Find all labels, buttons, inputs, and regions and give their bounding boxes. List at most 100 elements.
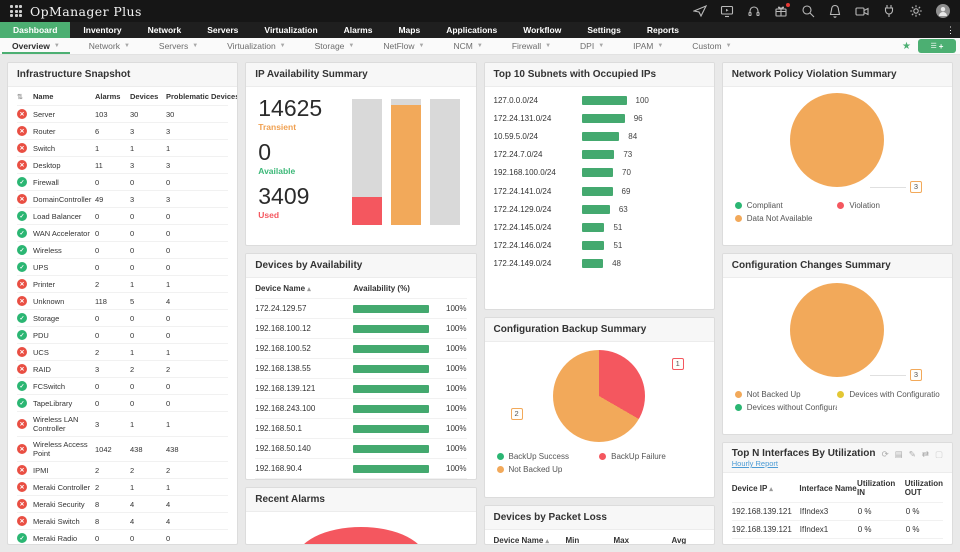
col-avg[interactable]: Avg [672,536,705,545]
subnet-row[interactable]: 172.24.141.0/24 69 [494,182,705,200]
table-row[interactable]: ✕ Meraki Controller 2 1 1 [17,478,228,495]
subnet-row[interactable]: 172.24.149.0/24 48 [494,255,705,273]
subnav-item[interactable]: Firewall▼ [502,38,561,54]
device-category[interactable]: Firewall [33,178,95,187]
demo-screen-icon[interactable] [720,4,734,18]
table-row[interactable]: ✓ Meraki Radio 0 0 0 [17,529,228,545]
device-category[interactable]: Wireless [33,246,95,255]
main-nav-item[interactable]: Settings [574,22,634,38]
main-nav-item[interactable]: Workflow [510,22,574,38]
device-name[interactable]: 192.168.100.52 [255,344,353,353]
stacked-bar[interactable] [430,99,460,225]
table-row[interactable]: ✕ Unknown 118 5 4 [17,292,228,309]
table-row[interactable]: ✓ Wireless 0 0 0 [17,241,228,258]
main-nav-item[interactable]: Network [135,22,195,38]
table-row[interactable]: 192.168.100.52 100% [255,338,466,358]
device-category[interactable]: Printer [33,280,95,289]
device-category[interactable]: PDU [33,331,95,340]
device-name[interactable]: 172.24.129.57 [255,304,353,313]
col-util-out[interactable]: Utilization OUT [905,479,943,497]
table-row[interactable]: ✓ PDU 0 0 0 [17,326,228,343]
main-nav-item[interactable]: Applications [433,22,510,38]
nav-overflow-icon[interactable]: ⋮ [941,22,960,38]
legend-item[interactable]: Violation [837,201,940,210]
subnet-row[interactable]: 192.168.100.0/24 70 [494,164,705,182]
col-max[interactable]: Max [614,536,672,545]
table-row[interactable]: Est-dns-slave2 100% [255,478,466,480]
account-avatar[interactable] [936,4,950,18]
table-row[interactable]: ✓ WAN Accelerator 0 0 0 [17,224,228,241]
main-nav-item[interactable]: Servers [194,22,251,38]
refresh-icon[interactable]: ⟳ [882,449,889,460]
col-name[interactable]: Name [33,92,95,101]
subnav-item[interactable]: DPI▼ [570,38,614,54]
device-category[interactable]: WAN Accelerator [33,229,95,238]
legend-item[interactable]: Compliant [735,201,838,210]
device-category[interactable]: FCSwitch [33,382,95,391]
send-icon[interactable] [693,4,707,18]
main-nav-item[interactable]: Reports [634,22,692,38]
policy-pie-chart[interactable] [790,93,884,187]
legend-item[interactable]: Devices with Configuration Chan... [837,390,940,399]
table-row[interactable]: ✓ FCSwitch 0 0 0 [17,377,228,394]
col-min[interactable]: Min [566,536,614,545]
legend-item[interactable]: BackUp Failure [599,452,702,461]
legend-item[interactable]: BackUp Success [497,452,600,461]
device-category[interactable]: Meraki Security [33,500,95,509]
report-icon[interactable]: ▤ [895,449,903,460]
table-row[interactable]: ✕ IPMI 2 2 2 [17,461,228,478]
plugin-icon[interactable] [882,4,896,18]
device-name[interactable]: 192.168.100.12 [255,324,353,333]
main-nav-item[interactable]: Virtualization [251,22,330,38]
device-category[interactable]: DomainController [33,195,95,204]
col-problematic[interactable]: Problematic Devices [166,92,238,101]
device-category[interactable]: UPS [33,263,95,272]
col-device-name[interactable]: Device Name ▴ [494,536,566,545]
device-category[interactable]: Desktop [33,161,95,170]
subnet-row[interactable]: 172.24.145.0/24 51 [494,218,705,236]
video-camera-icon[interactable] [855,4,869,18]
col-availability[interactable]: Availability (%) [353,284,410,293]
device-name[interactable]: 192.168.50.140 [255,444,353,453]
table-row[interactable]: ✕ Meraki Switch 8 4 4 [17,512,228,529]
device-category[interactable]: TapeLibrary [33,399,95,408]
table-row[interactable]: ✕ Meraki Security 8 4 4 [17,495,228,512]
device-category[interactable]: UCS [33,348,95,357]
table-row[interactable]: 192.168.90.4 100% [255,458,466,478]
table-row[interactable]: ✓ TapeLibrary 0 0 0 [17,394,228,411]
device-name[interactable]: 192.168.90.4 [255,464,353,473]
legend-item[interactable]: Not Backed Up [735,390,838,399]
device-name[interactable]: 192.168.139.121 [255,384,353,393]
whats-new-gift-icon[interactable] [774,4,788,18]
hourly-report-link[interactable]: Hourly Report [732,459,876,468]
favorite-star-icon[interactable]: ★ [902,41,911,52]
subnav-item[interactable]: NCM▼ [444,38,493,54]
changes-pie-chart[interactable] [790,283,884,377]
table-row[interactable]: 192.168.139.121 IfIndex1 0 % 0 % [732,520,943,538]
device-category[interactable]: Unknown [33,297,95,306]
table-row[interactable]: ✕ Router 6 3 3 [17,122,228,139]
table-row[interactable]: ✕ Server 103 30 30 [17,105,228,122]
subnav-item[interactable]: NetFlow▼ [373,38,434,54]
table-row[interactable]: ✕ UCS 2 1 1 [17,343,228,360]
legend-item[interactable]: Devices without Configuration C... [735,403,838,412]
share-icon[interactable]: ⇄ [922,449,929,460]
table-row[interactable]: ✕ Printer 2 1 1 [17,275,228,292]
add-widget-button[interactable]: ☰+ [918,39,956,53]
settings-gear-icon[interactable] [909,4,923,18]
subnav-item[interactable]: IPAM▼ [623,38,673,54]
col-devices[interactable]: Devices [130,92,166,101]
notifications-bell-icon[interactable] [828,4,842,18]
device-ip[interactable]: 192.168.139.121 [732,507,800,516]
table-row[interactable]: 192.168.139.121 IfIndex3 0 % 0 % [732,502,943,520]
table-row[interactable]: ✕ Switch 1 1 1 [17,139,228,156]
device-category[interactable]: Meraki Radio [33,534,95,543]
table-row[interactable]: 192.168.138.55 100% [255,358,466,378]
apps-grid-icon[interactable] [10,5,22,17]
stacked-bar[interactable] [391,99,421,225]
col-device-ip[interactable]: Device IP ▴ [732,484,800,493]
subnav-item[interactable]: Custom▼ [682,38,741,54]
col-device-name[interactable]: Device Name ▴ [255,284,353,293]
legend-item[interactable]: Data Not Available [735,214,838,223]
legend-item[interactable]: Not Backed Up [497,465,600,474]
